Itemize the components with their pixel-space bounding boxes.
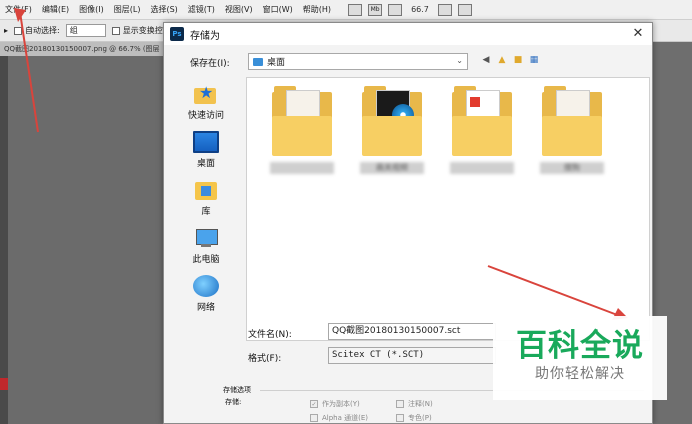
show-transform-label: 显示变换控 — [122, 26, 163, 35]
place-label: 此电脑 — [192, 255, 220, 265]
save-in-value: 桌面 — [267, 58, 286, 68]
format-dropdown[interactable]: Scitex CT (*.SCT) — [328, 347, 496, 364]
file-item[interactable]: 画关视频 — [349, 86, 435, 186]
file-item[interactable] — [439, 86, 525, 186]
dialog-title: 存储为 — [190, 30, 220, 42]
watermark-subtitle: 助你轻松解决 — [535, 366, 625, 382]
place-network[interactable]: 网络 — [172, 275, 240, 319]
menu-file[interactable]: 文件(F) — [0, 4, 37, 15]
auto-select-checkbox[interactable] — [14, 26, 23, 35]
place-this-pc[interactable]: 此电脑 — [172, 227, 240, 271]
notes-option[interactable]: 注释(N) — [396, 399, 433, 409]
auto-select-label: 自动选择: — [25, 26, 60, 35]
up-folder-icon[interactable]: ▲ — [496, 54, 508, 66]
quick-access-star-icon: ★ — [193, 83, 219, 105]
view-menu-icon[interactable]: ▦ — [528, 54, 540, 66]
file-name: 搜狗 — [540, 162, 604, 174]
place-label: 快速访问 — [187, 111, 224, 121]
filename-label: 文件名(N): — [248, 330, 292, 340]
foreground-color-swatch[interactable] — [0, 378, 8, 390]
menu-select[interactable]: 选择(S) — [145, 4, 182, 15]
place-desktop[interactable]: 桌面 — [172, 131, 240, 175]
dialog-titlebar: Ps 存储为 ✕ — [164, 23, 652, 45]
close-icon[interactable]: ✕ — [630, 26, 646, 42]
view-extras-icon[interactable] — [388, 3, 403, 16]
menu-help[interactable]: 帮助(H) — [298, 4, 336, 15]
nav-toolbar: ◀ ▲ ■ ▦ — [480, 54, 540, 66]
menu-layer[interactable]: 图层(L) — [109, 4, 146, 15]
alpha-checkbox[interactable] — [310, 414, 318, 422]
place-label: 网络 — [196, 303, 215, 313]
menu-edit[interactable]: 编辑(E) — [37, 4, 74, 15]
network-icon — [193, 275, 219, 297]
folder-icon — [542, 86, 602, 156]
file-item[interactable]: 搜狗 — [529, 86, 615, 186]
file-list: 画关视频 搜狗 — [246, 77, 650, 341]
notes-checkbox[interactable] — [396, 400, 404, 408]
place-label: 库 — [201, 207, 211, 217]
places-sidebar: ★ 快速访问 桌面 库 此电脑 网络 — [164, 77, 244, 377]
file-name — [270, 162, 334, 174]
new-folder-icon[interactable]: ■ — [512, 54, 524, 66]
spot-option[interactable]: 专色(P) — [396, 413, 432, 423]
video-folder-icon — [362, 86, 422, 156]
tool-strip — [0, 56, 8, 424]
spot-checkbox[interactable] — [396, 414, 404, 422]
as-copy-label: 作为副本(Y) — [322, 400, 360, 408]
chevron-down-icon: ⌄ — [456, 56, 463, 65]
desktop-icon — [193, 131, 219, 153]
place-label: 桌面 — [196, 159, 215, 169]
save-in-dropdown[interactable]: 桌面 ⌄ — [248, 53, 468, 70]
alpha-label: Alpha 通道(E) — [322, 414, 369, 422]
watermark-title: 百科全说 — [516, 328, 644, 364]
file-item[interactable] — [259, 86, 345, 186]
save-label: 存储: — [225, 398, 242, 406]
ps-menubar: 文件(F) 编辑(E) 图像(I) 图层(L) 选择(S) 滤镜(T) 视图(V… — [0, 0, 692, 20]
save-in-label: 保存在(I): — [190, 59, 230, 69]
spot-label: 专色(P) — [408, 414, 432, 422]
menu-filter[interactable]: 滤镜(T) — [183, 4, 220, 15]
bridge-icon[interactable] — [348, 3, 363, 16]
watermark: 百科全说 助你轻松解决 — [493, 316, 667, 400]
format-label: 格式(F): — [248, 354, 282, 364]
save-options-title: 存储选项 — [223, 386, 251, 394]
as-copy-option[interactable]: ✓ 作为副本(Y) — [310, 399, 360, 409]
auto-select-dropdown[interactable]: 组 — [65, 24, 106, 37]
document-tab[interactable]: QQ截图20180130150007.png @ 66.7% (图层 — [0, 42, 168, 56]
screen-mode-icon[interactable] — [457, 3, 472, 16]
photoshop-logo-icon: Ps — [170, 27, 184, 41]
computer-icon — [193, 227, 219, 249]
back-icon[interactable]: ◀ — [480, 54, 492, 66]
pdf-folder-icon — [452, 86, 512, 156]
as-copy-checkbox[interactable]: ✓ — [310, 400, 318, 408]
arrange-documents-icon[interactable] — [437, 3, 452, 16]
place-library[interactable]: 库 — [172, 179, 240, 223]
file-name — [450, 162, 514, 174]
folder-icon — [272, 86, 332, 156]
desktop-folder-icon — [253, 57, 263, 66]
menu-view[interactable]: 视图(V) — [220, 4, 258, 15]
notes-label: 注释(N) — [408, 400, 433, 408]
place-quick-access[interactable]: ★ 快速访问 — [172, 83, 240, 127]
canvas-area — [0, 56, 168, 424]
zoom-level[interactable]: 66.7 — [411, 5, 429, 14]
library-icon — [193, 179, 219, 201]
file-name: 画关视频 — [360, 162, 424, 174]
mini-bridge-icon[interactable]: Mb — [368, 3, 383, 16]
show-transform-checkbox[interactable] — [111, 26, 120, 35]
alpha-option[interactable]: Alpha 通道(E) — [310, 413, 368, 423]
menu-window[interactable]: 窗口(W) — [258, 4, 298, 15]
filename-input[interactable]: QQ截图20180130150007.sct — [328, 323, 496, 340]
move-tool-arrow-icon[interactable]: ▸ — [4, 26, 8, 35]
menu-image[interactable]: 图像(I) — [74, 4, 109, 15]
